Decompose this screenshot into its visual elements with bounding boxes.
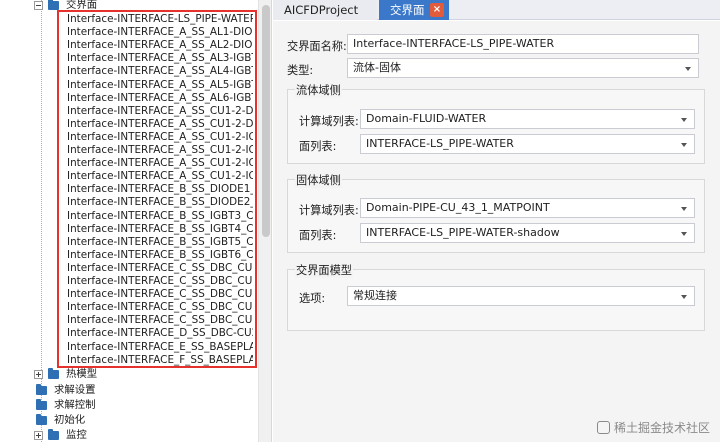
tree-scrollbar-thumb[interactable]	[262, 5, 270, 237]
solid-face-list-select[interactable]: INTERFACE-LS_PIPE-WATER-shadow	[360, 223, 695, 243]
collapse-icon[interactable]	[34, 1, 43, 10]
tree-node-label: 求解设置	[54, 384, 96, 396]
tree-node-monitor[interactable]: 监控	[34, 429, 87, 442]
interface-model-title: 交界面模型	[295, 262, 353, 278]
model-tree-panel: 交界面 Interface-INTERFACE-LS_PIPE-WATER Int…	[0, 0, 272, 442]
close-icon[interactable]: ×	[430, 3, 444, 17]
tree-node-label: 监控	[66, 429, 87, 441]
watermark-text: 稀土掘金技术社区	[613, 421, 710, 435]
interface-name-label: 交界面名称:	[287, 40, 347, 53]
editor-tab-strip: AICFDProject 交界面 ×	[273, 0, 720, 20]
tree-node-label: 热模型	[66, 368, 98, 380]
solid-domain-list-select[interactable]: Domain-PIPE-CU_43_1_MATPOINT	[360, 198, 695, 218]
fluid-domain-list-label: 计算域列表:	[299, 115, 359, 128]
tree-node-solver-settings[interactable]: 求解设置	[34, 384, 96, 397]
folder-icon	[36, 399, 47, 410]
tab-label: AICFDProject	[284, 3, 359, 17]
watermark-logo-icon	[596, 421, 610, 434]
folder-icon	[36, 414, 47, 425]
model-option-label: 选项:	[299, 292, 326, 305]
folder-icon	[48, 0, 59, 10]
expand-icon[interactable]	[34, 431, 43, 440]
expand-icon[interactable]	[34, 370, 43, 379]
watermark: 稀土掘金技术社区	[596, 419, 710, 436]
solid-face-list-label: 面列表:	[299, 229, 337, 242]
tree-node-thermal-model[interactable]: 热模型	[34, 368, 97, 381]
fluid-face-list-label: 面列表:	[299, 140, 337, 153]
tree-node-label: 求解控制	[54, 399, 96, 411]
tree-node-label: 初始化	[54, 414, 86, 426]
highlight-annotation-box	[57, 10, 257, 368]
folder-icon	[48, 368, 59, 379]
tree-node-solver-control[interactable]: 求解控制	[34, 399, 96, 412]
tree-scrollbar[interactable]	[258, 0, 271, 442]
tab-label: 交界面	[390, 3, 425, 17]
fluid-face-list-select[interactable]: INTERFACE-LS_PIPE-WATER	[360, 134, 695, 154]
fluid-side-title: 流体域侧	[295, 82, 342, 98]
type-label: 类型:	[287, 64, 314, 77]
type-select[interactable]: 流体-固体	[347, 58, 699, 78]
fluid-domain-list-select[interactable]: Domain-FLUID-WATER	[360, 109, 695, 129]
tab-aicfd-project[interactable]: AICFDProject	[273, 0, 377, 20]
solid-side-title: 固体域侧	[295, 172, 342, 188]
solid-domain-list-label: 计算域列表:	[299, 204, 359, 217]
model-option-select[interactable]: 常规连接	[347, 286, 695, 306]
folder-icon	[36, 384, 47, 395]
folder-icon	[48, 429, 59, 440]
interface-properties-panel: 交界面名称: Interface-INTERFACE-LS_PIPE-WATER…	[273, 21, 720, 442]
interface-name-input[interactable]: Interface-INTERFACE-LS_PIPE-WATER	[347, 34, 699, 54]
tree-node-initialization[interactable]: 初始化	[34, 414, 85, 427]
